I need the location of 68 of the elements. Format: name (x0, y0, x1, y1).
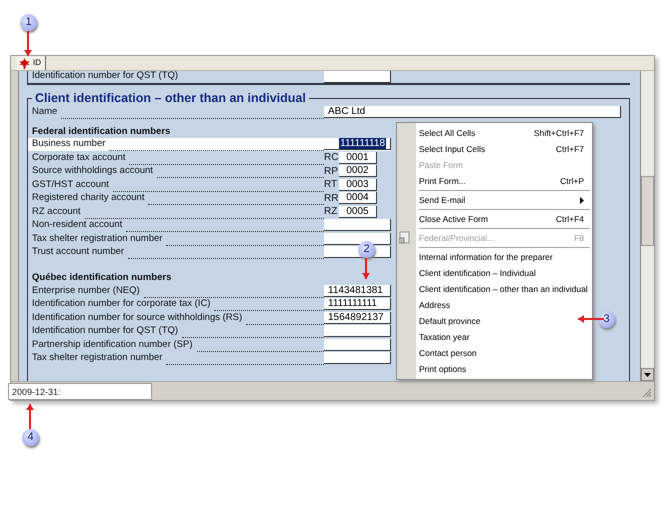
field-prefix: RZ (324, 205, 338, 220)
text-field[interactable]: 0005 (339, 206, 377, 218)
field-label: Identification number for corporate tax (IC) (32, 297, 210, 312)
text-field[interactable]: 1564892137 (324, 312, 391, 324)
field-label: Identification number for source withholdings (RS) (32, 310, 242, 325)
menu-item[interactable]: Close Active Form Ctrl+F4 (397, 211, 592, 227)
menu-item[interactable]: Client identification – other than an individual (397, 281, 592, 297)
menu-item[interactable]: Select Input Cells Ctrl+F7 (397, 141, 592, 157)
form-tab[interactable]: ID (17, 56, 46, 70)
text-field[interactable]: 1143481381 (324, 284, 391, 297)
callout-arrow (578, 315, 604, 323)
menu-item[interactable]: Send E-mail (397, 192, 592, 208)
field-label: Corporate tax account (32, 150, 126, 165)
field-label: Identification number for QST (TQ) (32, 324, 178, 338)
submenu-arrow-icon (580, 196, 584, 204)
scroll-thumb[interactable] (641, 176, 654, 246)
field-prefix: RR (324, 192, 339, 206)
field-prefix: RT (324, 178, 338, 192)
text-field[interactable]: 111111118 (324, 138, 391, 150)
field-label: Name (32, 104, 58, 119)
menu-item[interactable]: Print options (397, 361, 592, 377)
menu-item[interactable]: Address (397, 297, 592, 313)
field-label: Non-resident account (32, 218, 122, 232)
callout-arrow (362, 258, 370, 279)
text-field[interactable] (324, 325, 391, 338)
field-prefix: RC (324, 151, 339, 166)
text-field[interactable]: 1111111111 (324, 298, 391, 310)
field-label: GST/HST account (32, 178, 109, 192)
text-field[interactable] (324, 232, 391, 245)
field-label: Partnership identification number (SP) (32, 338, 193, 352)
field-label: Enterprise number (NEQ) (32, 284, 140, 298)
menu-item[interactable]: Taxation year (397, 329, 592, 345)
text-field[interactable] (324, 219, 391, 232)
text-field[interactable]: 0002 (339, 165, 377, 178)
text-field[interactable] (324, 352, 391, 364)
section-subheading: Québec identification numbers (31, 271, 172, 284)
field-label: Identification number for QST (TQ) (32, 71, 178, 84)
vertical-scrollbar[interactable] (640, 71, 654, 381)
menu-item[interactable]: Default province (397, 313, 592, 329)
field-label: Source withholdings account (32, 164, 153, 178)
field-label: Registered charity account (32, 191, 144, 206)
resize-grip-icon[interactable] (642, 388, 652, 398)
down-arrow-icon (644, 372, 651, 376)
scroll-down-button[interactable] (641, 368, 654, 381)
text-field[interactable]: 0003 (339, 178, 377, 191)
text-field[interactable] (324, 71, 391, 82)
menu-item[interactable]: Select All Cells Shift+Ctrl+F7 (397, 125, 592, 141)
field-label: Trust account number (32, 245, 124, 260)
section-subheading: Federal identification numbers (31, 124, 170, 138)
field-label: Business number (32, 137, 106, 152)
status-field: 2009-12-31: (8, 382, 152, 400)
field-label: Tax shelter registration number (32, 351, 162, 366)
field-label: RZ account (32, 204, 81, 219)
callout-arrow (26, 404, 34, 429)
text-field[interactable]: ABC Ltd (324, 106, 621, 118)
callout-tooltip: 4 (22, 429, 39, 446)
text-field[interactable]: 0001 (339, 152, 377, 164)
menu-item[interactable]: Client identification – Individual (397, 265, 592, 281)
menu-item[interactable]: Internal information for the preparer (397, 249, 592, 265)
menu-item[interactable]: Contact person (397, 345, 592, 361)
text-field[interactable] (324, 338, 391, 351)
callout-arrow (24, 31, 32, 56)
menu-item[interactable]: Print Form... Ctrl+P (397, 173, 592, 189)
text-field[interactable]: 0004 (339, 192, 377, 204)
field-prefix: RP (324, 164, 339, 179)
callout-tooltip: 1 (20, 14, 37, 31)
field-label: Tax shelter registration number (32, 232, 162, 246)
section-title: Client identification – other than an individual (34, 91, 307, 105)
